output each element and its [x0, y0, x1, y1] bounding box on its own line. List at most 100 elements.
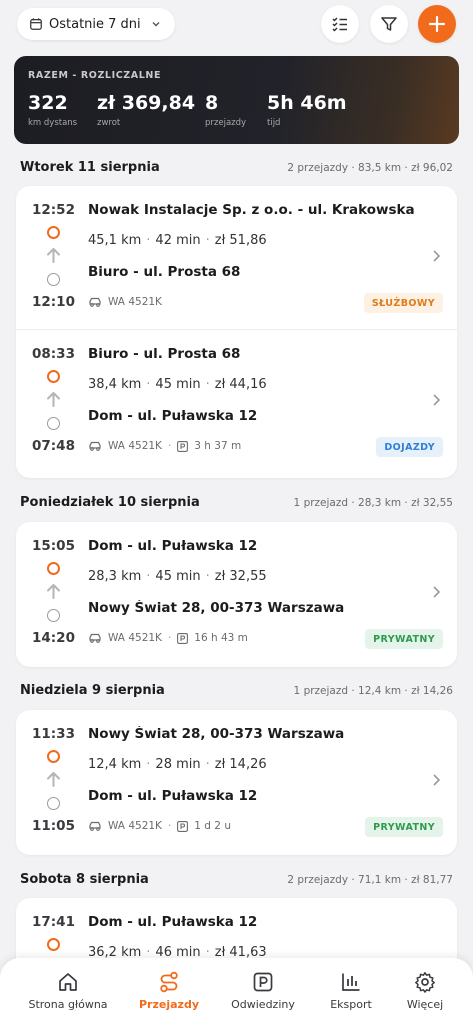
trip-plate: WA 4521K [108, 632, 162, 644]
trip-amount: zł 14,26 [214, 757, 267, 772]
trip-destination: Dom - ul. Puławska 12 [88, 914, 258, 930]
trip-parking: 1 d 2 u [194, 820, 231, 832]
top-bar: Ostatnie 7 dni [0, 0, 473, 48]
route-icon [160, 971, 178, 993]
trip-meta: 45,1 km · 42 min · zł 51,86 [88, 233, 267, 248]
trip-info: WA 4521K · 3 h 37 m [88, 440, 241, 452]
trip-duration: 45 min [155, 569, 201, 584]
trip-plate: WA 4521K [108, 440, 162, 452]
filter-button[interactable] [370, 5, 408, 43]
stat-label: km dystans [28, 118, 78, 128]
trip-info: WA 4521K · 1 d 2 u [88, 820, 231, 832]
origin-dot-icon [47, 417, 60, 430]
parking-icon [253, 972, 273, 992]
trip-parking: 3 h 37 m [194, 440, 242, 452]
car-icon [89, 633, 101, 643]
trip-start-time: 14:20 [32, 630, 75, 646]
chart-icon [342, 973, 360, 991]
stat-trips: 8 przejazdy [205, 92, 246, 128]
trip-plate: WA 4521K [108, 296, 162, 308]
trip-distance: 38,4 km [88, 377, 142, 392]
destination-dot-icon [47, 562, 60, 575]
car-icon [89, 297, 101, 307]
trip-item[interactable]: 12:52 12:10 Nowak Instalacje Sp. z o.o. … [16, 186, 457, 329]
destination-dot-icon [47, 226, 60, 239]
car-icon [89, 441, 101, 451]
day-name: Niedziela 9 sierpnia [20, 683, 165, 698]
origin-dot-icon [47, 797, 60, 810]
trip-amount: zł 51,86 [214, 233, 267, 248]
trip-end-time: 11:33 [32, 726, 75, 742]
trip-amount: zł 32,55 [214, 569, 267, 584]
day-card: 15:05 14:20 Dom - ul. Puławska 12 28,3 k… [16, 522, 457, 667]
tab-trips[interactable]: Przejazdy [121, 970, 217, 1011]
trip-end-time: 17:41 [32, 914, 75, 930]
stat-refund: zł 369,84 zwrot [97, 92, 195, 128]
day-summary: 1 przejazd · 12,4 km · zł 14,26 [293, 685, 453, 697]
trip-info: WA 4521K · 16 h 43 m [88, 632, 248, 644]
stat-value: zł 369,84 [97, 92, 196, 114]
chevron-right-icon [433, 250, 441, 262]
trip-tag: DOJAZDY [376, 437, 443, 457]
checklist-button[interactable] [321, 5, 359, 43]
trip-distance: 12,4 km [88, 757, 142, 772]
tab-more[interactable]: Więcej [377, 970, 473, 1011]
day-header: Niedziela 9 sierpnia 1 przejazd · 12,4 k… [20, 683, 453, 698]
trip-origin: Biuro - ul. Prosta 68 [88, 264, 241, 280]
trip-meta: 12,4 km · 28 min · zł 14,26 [88, 757, 267, 772]
trip-duration: 45 min [155, 377, 201, 392]
trip-item[interactable]: 11:33 11:05 Nowy Świat 28, 00-373 Warsza… [16, 710, 457, 853]
calendar-icon [30, 18, 42, 30]
gear-icon [415, 972, 435, 993]
bottom-tab-bar: Strona główna Przejazdy Odwiedziny Ekspo… [0, 958, 473, 1024]
trip-tag: PRYWATNY [365, 629, 443, 649]
day-summary: 2 przejazdy · 83,5 km · zł 96,02 [287, 162, 453, 174]
trip-start-time: 07:48 [32, 438, 75, 454]
tab-home[interactable]: Strona główna [20, 970, 116, 1011]
plus-icon [428, 15, 446, 33]
trip-distance: 28,3 km [88, 569, 142, 584]
chevron-right-icon [433, 586, 441, 598]
day-card: 11:33 11:05 Nowy Świat 28, 00-373 Warsza… [16, 710, 457, 855]
parking-icon [177, 632, 189, 644]
stat-label: zwrot [97, 118, 121, 128]
tab-label: Odwiedziny [231, 998, 295, 1011]
period-label: Ostatnie 7 dni [49, 16, 141, 32]
arrow-up-icon [47, 584, 60, 599]
trip-tag: SŁUŻBOWY [363, 293, 443, 313]
tab-visits[interactable]: Odwiedziny [215, 970, 311, 1011]
tab-label: Eksport [330, 998, 372, 1011]
trip-end-time: 15:05 [32, 538, 75, 554]
trip-info: WA 4521K [88, 296, 162, 308]
trip-meta: 28,3 km · 45 min · zł 32,55 [88, 569, 267, 584]
day-summary: 1 przejazd · 28,3 km · zł 32,55 [293, 497, 453, 509]
day-name: Sobota 8 sierpnia [20, 872, 149, 887]
trip-end-time: 08:33 [32, 346, 75, 362]
day-name: Poniedziałek 10 sierpnia [20, 495, 200, 510]
trip-amount: zł 44,16 [214, 377, 267, 392]
stat-distance: 322 km dystans [28, 92, 77, 128]
trip-destination: Biuro - ul. Prosta 68 [88, 346, 241, 362]
arrow-up-icon [47, 772, 60, 787]
day-header: Wtorek 11 sierpnia 2 przejazdy · 83,5 km… [20, 160, 453, 175]
arrow-up-icon [47, 248, 60, 263]
trip-item[interactable]: 08:33 07:48 Biuro - ul. Prosta 68 38,4 k… [16, 329, 457, 472]
chevron-down-icon [152, 22, 160, 27]
home-icon [59, 973, 77, 991]
trip-item[interactable]: 15:05 14:20 Dom - ul. Puławska 12 28,3 k… [16, 522, 457, 665]
trip-destination: Dom - ul. Puławska 12 [88, 538, 258, 554]
chevron-right-icon [433, 774, 441, 786]
trip-destination: Nowak Instalacje Sp. z o.o. - ul. Krakow… [88, 202, 418, 218]
summary-title: RAZEM - ROZLICZALNE [28, 70, 162, 81]
day-name: Wtorek 11 sierpnia [20, 160, 160, 175]
add-trip-button[interactable] [418, 5, 456, 43]
destination-dot-icon [47, 750, 60, 763]
trip-destination: Nowy Świat 28, 00-373 Warszawa [88, 726, 345, 742]
stat-label: przejazdy [205, 118, 247, 128]
period-selector[interactable]: Ostatnie 7 dni [17, 8, 175, 40]
trip-end-time: 12:52 [32, 202, 75, 218]
car-icon [89, 821, 101, 831]
trip-tag: PRYWATNY [365, 817, 443, 837]
trip-origin: Dom - ul. Puławska 12 [88, 788, 258, 804]
trip-start-time: 11:05 [32, 818, 75, 834]
